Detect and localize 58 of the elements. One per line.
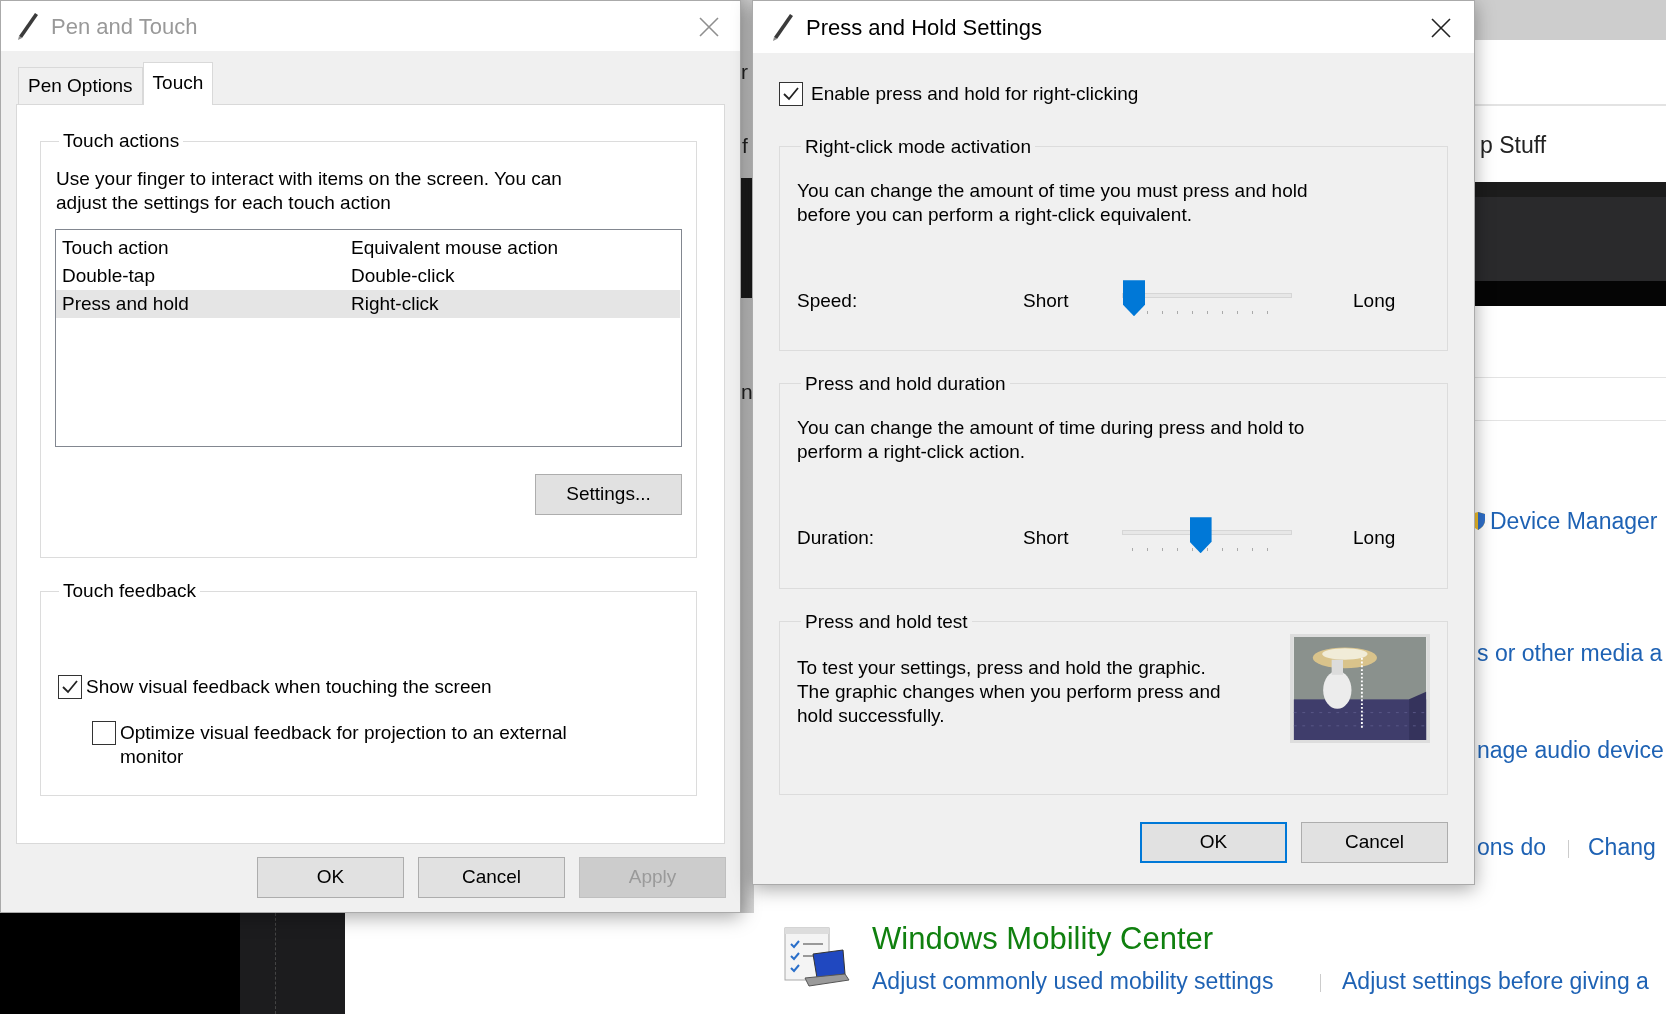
checkbox-label: Enable press and hold for right-clicking — [811, 82, 1139, 106]
checkbox-label: Show visual feedback when touching the screen — [86, 675, 492, 699]
dialog-button[interactable]: OK — [257, 857, 404, 898]
slider-thumb[interactable] — [1189, 517, 1212, 554]
pen-icon — [15, 10, 41, 42]
dialog-button[interactable]: Cancel — [1301, 821, 1448, 863]
group-title: Right-click mode activation — [804, 134, 1032, 159]
text-fragment: p Stuff — [1480, 132, 1547, 159]
list-row[interactable]: Press and hold Right-click — [56, 290, 680, 318]
checkbox[interactable] — [58, 675, 82, 699]
checkbox[interactable] — [779, 82, 803, 107]
window-title: Press and Hold Settings — [806, 13, 1043, 42]
table-cell-text: Right-click — [351, 292, 439, 316]
slider-max-label: Long — [1353, 525, 1396, 550]
description: Use your finger to interact with items on the screen. You can adjust the settings for each touch action — [55, 167, 563, 215]
link[interactable]: Adjust commonly used mobility settings — [872, 968, 1274, 995]
laptop-checklist-icon — [783, 924, 851, 988]
group-title: Press and hold duration — [804, 371, 1007, 396]
slider-min-label: Short — [1023, 288, 1070, 313]
text-fragment: r — [741, 59, 748, 85]
column-header[interactable]: Equivalent mouse action — [351, 234, 558, 262]
group-title: Touch actions — [62, 129, 181, 153]
close-button[interactable] — [1430, 15, 1452, 39]
window-title: Pen and Touch — [51, 12, 198, 41]
text-fragment: f — [742, 133, 748, 159]
close-icon — [698, 15, 720, 38]
settings-button[interactable]: Settings... — [535, 474, 682, 515]
link[interactable]: ons do — [1477, 834, 1547, 861]
pen-icon — [770, 11, 796, 43]
table-cell-text: Double-click — [351, 264, 455, 288]
column-header[interactable]: Touch action — [56, 234, 351, 262]
link[interactable]: Chang — [1588, 834, 1656, 861]
slider-max-label: Long — [1353, 288, 1396, 313]
tab[interactable]: Touch — [142, 62, 214, 105]
checkbox-label: Optimize visual feedback for projection to an external monitor — [120, 721, 568, 769]
link[interactable]: nage audio device — [1477, 737, 1664, 764]
description: You can change the amount of time during press and hold to perform a right-click action. — [797, 415, 1306, 464]
link[interactable]: s or other media a — [1477, 640, 1663, 667]
description: You can change the amount of time you must press and hold before you can perform a right-click equivalent. — [797, 178, 1309, 227]
group-title: Touch feedback — [62, 579, 198, 603]
link[interactable]: Adjust settings before giving a — [1342, 968, 1649, 995]
slider-thumb[interactable] — [1123, 280, 1145, 317]
dialog-button[interactable]: Cancel — [418, 857, 565, 898]
slider-label: Duration: — [797, 525, 876, 550]
close-icon — [1430, 16, 1452, 39]
slider-label: Speed: — [797, 288, 859, 313]
section-heading: Windows Mobility Center — [872, 921, 1214, 957]
slider-min-label: Short — [1023, 525, 1070, 550]
table-cell-text: Press and hold — [61, 292, 190, 316]
dialog-button[interactable]: OK — [1140, 821, 1287, 863]
link[interactable]: Device Manager — [1490, 508, 1658, 535]
description: To test your settings, press and hold the graphic. The graphic changes when you perform press and hold successfully. — [797, 655, 1222, 728]
list-row[interactable]: Double-tap Double-click — [56, 262, 680, 290]
tab[interactable]: Pen Options — [18, 67, 143, 104]
table-cell-text: Double-tap — [61, 264, 156, 288]
group-title: Press and hold test — [804, 609, 969, 634]
checkbox[interactable] — [92, 721, 116, 745]
text-fragment: n — [741, 379, 753, 405]
